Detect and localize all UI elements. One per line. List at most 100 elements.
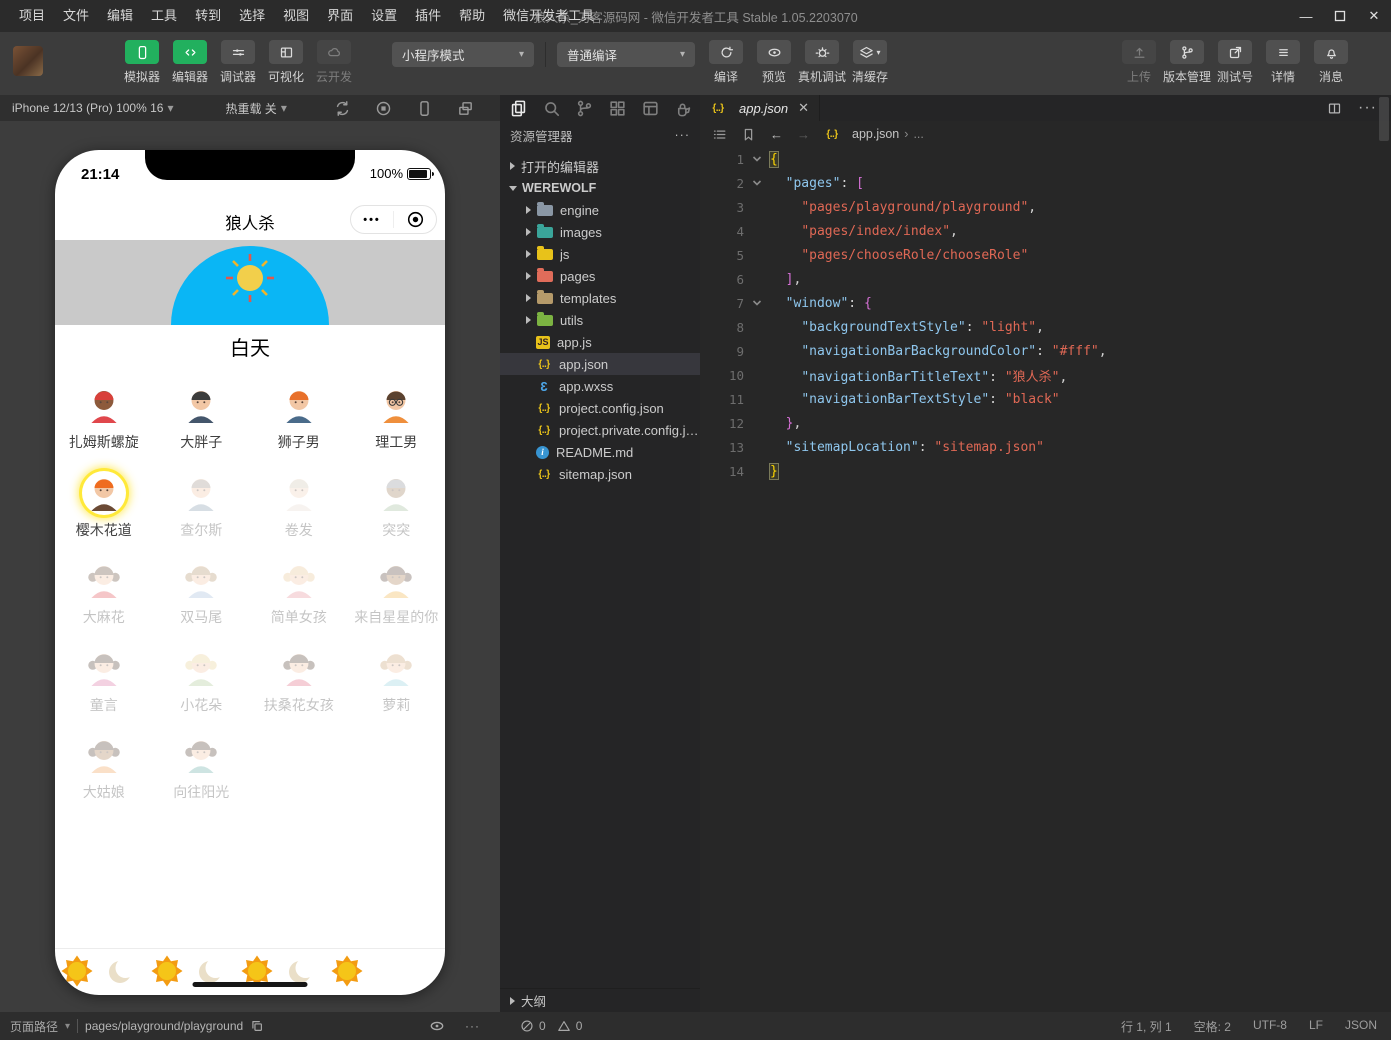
mode-buttons-phone-button[interactable]: 模拟器 [118, 40, 166, 85]
code-line-11[interactable]: 11 "navigationBarTextStyle": "black" [700, 387, 1391, 411]
editor-more-icon[interactable]: ··· [1358, 99, 1377, 117]
statusbar-more-icon[interactable]: ··· [465, 1019, 480, 1033]
file-project.private.config.js...[interactable]: {..} project.private.config.js... [500, 419, 700, 441]
file-app.js[interactable]: JS app.js [500, 331, 700, 353]
menu-item[interactable]: 插件 [406, 0, 450, 32]
indent-setting[interactable]: 空格: 2 [1194, 1018, 1231, 1035]
character-理工男[interactable]: 理工男 [348, 383, 446, 471]
bookmark-icon[interactable] [741, 127, 756, 142]
record-icon[interactable] [375, 100, 392, 117]
minimize-button[interactable]: — [1289, 0, 1323, 32]
fold-chevron-icon[interactable] [744, 178, 770, 188]
character-查尔斯[interactable]: 查尔斯 [153, 471, 251, 559]
code-line-3[interactable]: 3 "pages/playground/playground", [700, 195, 1391, 219]
mode-buttons-sliders-button[interactable]: 调试器 [214, 40, 262, 85]
mode-dropdown[interactable]: 小程序模式 ▾ [392, 42, 534, 67]
file-sitemap.json[interactable]: {..} sitemap.json [500, 463, 700, 485]
character-向往阳光[interactable]: 向往阳光 [153, 733, 251, 821]
code-line-1[interactable]: 1{ [700, 147, 1391, 171]
character-小花朵[interactable]: 小花朵 [153, 646, 251, 734]
menu-item[interactable]: 文件 [54, 0, 98, 32]
outline-section[interactable]: 大纲 [500, 988, 700, 1012]
close-tab-icon[interactable]: ✕ [798, 100, 809, 116]
compile-dropdown[interactable]: 普通编译 ▾ [557, 42, 695, 67]
character-樱木花道[interactable]: 樱木花道 [55, 470, 153, 559]
rotate-icon[interactable] [334, 100, 351, 117]
mode-buttons-layout-button[interactable]: 可视化 [262, 40, 310, 85]
language-mode[interactable]: JSON [1345, 1018, 1377, 1035]
outline-list-icon[interactable] [712, 127, 727, 142]
page-path-label[interactable]: 页面路径 [10, 1018, 58, 1035]
character-来自星星的你[interactable]: 来自星星的你 [348, 558, 446, 646]
file-app.json[interactable]: {..} app.json [500, 353, 700, 375]
code-line-8[interactable]: 8 "backgroundTextStyle": "light", [700, 315, 1391, 339]
nav-forward-icon[interactable]: → [797, 127, 810, 142]
character-大胖子[interactable]: 大胖子 [153, 383, 251, 471]
open-editors-section[interactable]: 打开的编辑器 [500, 155, 700, 177]
code-area[interactable]: 1{2 "pages": [3 "pages/playground/playgr… [700, 147, 1391, 1012]
code-line-13[interactable]: 13 "sitemapLocation": "sitemap.json" [700, 435, 1391, 459]
problems-indicator[interactable]: 0 0 [500, 1019, 700, 1033]
detach-window-icon[interactable] [457, 100, 474, 117]
folder-engine[interactable]: engine [500, 199, 700, 221]
action-buttons-refresh-button[interactable]: 编译 [702, 40, 750, 85]
nav-back-icon[interactable]: ← [770, 127, 783, 142]
eol[interactable]: LF [1309, 1018, 1323, 1035]
character-大姑娘[interactable]: 大姑娘 [55, 733, 153, 821]
character-卷发[interactable]: 卷发 [250, 471, 348, 559]
right-buttons-branch-button[interactable]: 版本管理 [1163, 40, 1211, 85]
git-branch-icon[interactable] [574, 98, 594, 118]
file-README.md[interactable]: i README.md [500, 441, 700, 463]
menu-item[interactable]: 视图 [274, 0, 318, 32]
folder-pages[interactable]: pages [500, 265, 700, 287]
folder-images[interactable]: images [500, 221, 700, 243]
code-line-7[interactable]: 7 "window": { [700, 291, 1391, 315]
folder-templates[interactable]: templates [500, 287, 700, 309]
files-icon[interactable] [508, 98, 528, 118]
action-buttons-eye-button[interactable]: 预览 [750, 40, 798, 85]
menu-item[interactable]: 工具 [142, 0, 186, 32]
character-突突[interactable]: 突突 [348, 471, 446, 559]
split-editor-icon[interactable] [1327, 101, 1342, 116]
code-line-5[interactable]: 5 "pages/chooseRole/chooseRole" [700, 243, 1391, 267]
fold-chevron-icon[interactable] [744, 154, 770, 164]
device-frame-icon[interactable] [416, 100, 433, 117]
right-buttons-lines-button[interactable]: 详情 [1259, 40, 1307, 85]
code-line-14[interactable]: 14} [700, 459, 1391, 483]
action-buttons-layers-button[interactable]: ▾ 清缓存 [846, 40, 894, 85]
right-buttons-external-button[interactable]: 测试号 [1211, 40, 1259, 85]
menu-item[interactable]: 界面 [318, 0, 362, 32]
right-buttons-bell-button[interactable]: 消息 [1307, 40, 1355, 85]
more-menu-button[interactable]: ••• [351, 214, 393, 226]
menu-item[interactable]: 选择 [230, 0, 274, 32]
more-actions-icon[interactable]: ··· [675, 128, 691, 142]
cursor-position[interactable]: 行 1, 列 1 [1121, 1018, 1172, 1035]
exit-miniprogram-button[interactable] [394, 211, 436, 228]
project-root-werewolf[interactable]: WEREWOLF [500, 177, 700, 199]
menu-item[interactable]: 转到 [186, 0, 230, 32]
character-狮子男[interactable]: 狮子男 [250, 383, 348, 471]
code-line-2[interactable]: 2 "pages": [ [700, 171, 1391, 195]
character-大麻花[interactable]: 大麻花 [55, 558, 153, 646]
menu-item[interactable]: 设置 [362, 0, 406, 32]
menu-item[interactable]: 微信开发者工具 [494, 0, 603, 32]
user-avatar[interactable] [13, 46, 43, 76]
file-project.config.json[interactable]: {..} project.config.json [500, 397, 700, 419]
file-app.wxss[interactable]: 3 app.wxss [500, 375, 700, 397]
visibility-icon[interactable] [429, 1018, 445, 1034]
hot-reload-toggle[interactable]: 热重载 关 [225, 100, 276, 117]
character-双马尾[interactable]: 双马尾 [153, 558, 251, 646]
editor-scrollbar[interactable] [1379, 97, 1389, 141]
code-line-9[interactable]: 9 "navigationBarBackgroundColor": "#fff"… [700, 339, 1391, 363]
character-扶桑花女孩[interactable]: 扶桑花女孩 [250, 646, 348, 734]
search-icon[interactable] [541, 98, 561, 118]
folder-utils[interactable]: utils [500, 309, 700, 331]
device-selector[interactable]: iPhone 12/13 (Pro) 100% 16 [12, 101, 163, 115]
extensions-icon[interactable] [607, 98, 627, 118]
breadcrumb[interactable]: {..} app.json › ... [824, 127, 924, 141]
character-扎姆斯螺旋[interactable]: 扎姆斯螺旋 [55, 383, 153, 471]
code-line-12[interactable]: 12 }, [700, 411, 1391, 435]
fold-chevron-icon[interactable] [744, 298, 770, 308]
encoding[interactable]: UTF-8 [1253, 1018, 1287, 1035]
close-button[interactable]: ✕ [1357, 0, 1391, 32]
